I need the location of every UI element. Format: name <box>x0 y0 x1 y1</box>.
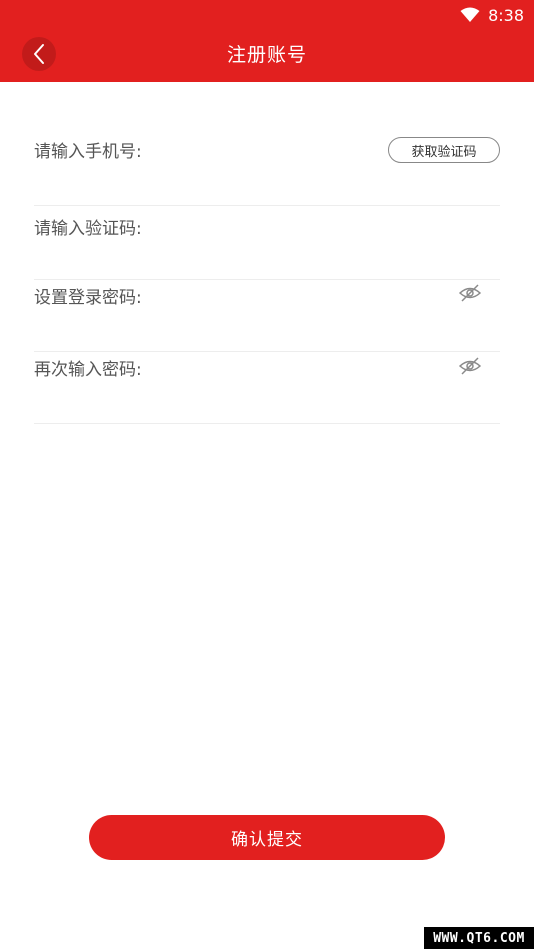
page-title: 注册账号 <box>226 44 307 66</box>
submit-button[interactable]: 确认提交 <box>89 815 445 860</box>
wifi-icon <box>460 7 480 22</box>
password-confirm-label: 再次输入密码: <box>34 360 142 380</box>
status-bar: 8:38 <box>460 4 524 26</box>
code-row: 请输入验证码: <box>34 206 500 280</box>
phone-input[interactable] <box>154 132 378 164</box>
phone-label: 请输入手机号: <box>34 142 142 162</box>
watermark: WWW.QT6.COM <box>424 927 534 949</box>
code-input[interactable] <box>154 210 458 242</box>
password-row: 设置登录密码: <box>34 280 500 352</box>
register-form: 请输入手机号: 获取验证码 请输入验证码: 设置登录密码: 再次输入密码: <box>34 82 500 424</box>
password-input[interactable] <box>154 280 438 312</box>
password-confirm-row: 再次输入密码: <box>34 352 500 424</box>
register-screen: 8:38 注册账号 请输入手机号: 获取验证码 请输入验证码: 设置登录密码: <box>0 0 534 949</box>
phone-row: 请输入手机号: 获取验证码 <box>34 82 500 206</box>
eye-off-icon[interactable] <box>458 356 482 376</box>
get-code-button[interactable]: 获取验证码 <box>388 137 500 163</box>
password-confirm-input[interactable] <box>154 352 438 384</box>
app-header: 8:38 注册账号 <box>0 0 534 82</box>
eye-off-icon[interactable] <box>458 283 482 303</box>
status-time: 8:38 <box>488 5 524 25</box>
code-label: 请输入验证码: <box>34 219 142 239</box>
password-label: 设置登录密码: <box>34 288 142 308</box>
